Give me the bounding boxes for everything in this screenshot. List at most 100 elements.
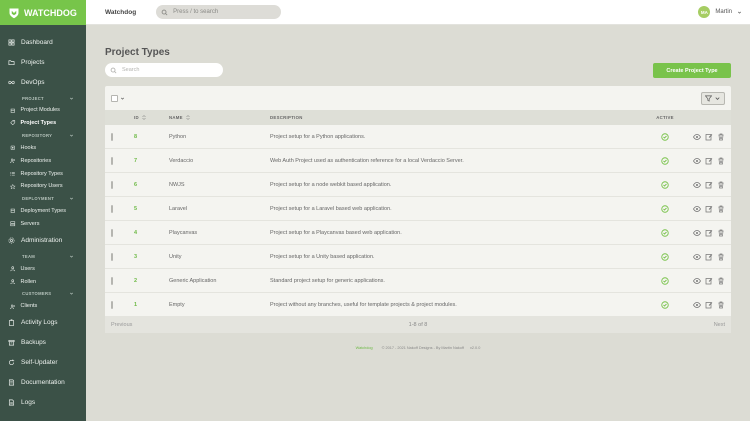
trash-icon[interactable] (717, 229, 725, 237)
sidebar-item-dashboard[interactable]: Dashboard (0, 32, 86, 52)
view-icon[interactable] (693, 205, 701, 213)
global-search-input[interactable]: Press / to search (156, 5, 282, 19)
search-input[interactable]: Search (105, 63, 223, 77)
tag-icon (10, 120, 16, 126)
row-checkbox[interactable] (111, 180, 113, 189)
edit-icon[interactable] (705, 253, 713, 261)
section-deployment[interactable]: DEPLOYMENT (0, 193, 86, 205)
row-checkbox[interactable] (111, 228, 113, 237)
cell-active (641, 133, 689, 141)
sidebar-item-label: Backups (21, 339, 46, 347)
edit-icon[interactable] (705, 277, 713, 285)
filter-button[interactable] (701, 91, 725, 105)
cell-id[interactable]: 8 (134, 134, 169, 140)
sidebar-item-logs[interactable]: Logs (0, 393, 86, 413)
cell-id[interactable]: 5 (134, 206, 169, 212)
next-page-button[interactable]: Next (714, 322, 725, 328)
row-checkbox[interactable] (111, 300, 113, 309)
edit-icon[interactable] (705, 157, 713, 165)
sidebar-item-hooks[interactable]: Hooks (0, 142, 86, 155)
edit-icon[interactable] (705, 205, 713, 213)
section-label: PROJECT (22, 95, 44, 101)
column-header-id[interactable]: ID (134, 115, 169, 120)
section-repository[interactable]: REPOSITORY (0, 130, 86, 142)
view-icon[interactable] (693, 229, 701, 237)
trash-icon[interactable] (717, 181, 725, 189)
table-row[interactable]: 4 Playcanvas Project setup for a Playcan… (105, 221, 731, 245)
trash-icon[interactable] (717, 205, 725, 213)
footer-link[interactable]: Watchdog (356, 346, 373, 350)
sidebar-item-project-types[interactable]: Project Types (0, 117, 86, 130)
cell-active (641, 229, 689, 237)
sidebar-item-repository-users[interactable]: Repository Users (0, 180, 86, 193)
sidebar-item-repositories[interactable]: Repositories (0, 154, 86, 167)
section-customers[interactable]: CUSTOMERS (0, 288, 86, 300)
section-team[interactable]: TEAM (0, 250, 86, 262)
sidebar-item-servers[interactable]: Servers (0, 218, 86, 231)
table-row[interactable]: 5 Laravel Project setup for a Laravel ba… (105, 197, 731, 221)
cell-id[interactable]: 2 (134, 278, 169, 284)
trash-icon[interactable] (717, 253, 725, 261)
cell-actions (689, 301, 731, 309)
brand[interactable]: WATCHDOG (0, 0, 86, 25)
sidebar-item-rollen[interactable]: Rollen (0, 275, 86, 288)
view-icon[interactable] (693, 157, 701, 165)
column-header-name[interactable]: NAME (169, 115, 270, 120)
edit-icon[interactable] (705, 181, 713, 189)
chevron-down-icon (69, 96, 74, 101)
row-checkbox[interactable] (111, 276, 113, 285)
view-icon[interactable] (693, 133, 701, 141)
row-checkbox[interactable] (111, 204, 113, 213)
section-project[interactable]: PROJECT (0, 92, 86, 104)
sidebar-item-backups[interactable]: Backups (0, 333, 86, 353)
view-icon[interactable] (693, 277, 701, 285)
sidebar-item-administration[interactable]: Administration (0, 230, 86, 250)
user-menu[interactable]: MA Martin (698, 6, 742, 18)
table-row[interactable]: 3 Unity Project setup for a Unity based … (105, 245, 731, 269)
trash-icon[interactable] (717, 301, 725, 309)
sidebar-item-documentation[interactable]: Documentation (0, 373, 86, 393)
sidebar-item-devops[interactable]: DevOps (0, 72, 86, 92)
sidebar-item-label: Hooks (20, 144, 37, 151)
table-row[interactable]: 6 NWJS Project setup for a node webkit b… (105, 173, 731, 197)
edit-icon[interactable] (705, 301, 713, 309)
trash-icon[interactable] (717, 277, 725, 285)
select-all-dropdown[interactable] (111, 94, 125, 102)
sidebar-item-repository-types[interactable]: Repository Types (0, 167, 86, 180)
trash-icon[interactable] (717, 157, 725, 165)
create-project-type-button[interactable]: Create Project Type (653, 63, 731, 78)
view-icon[interactable] (693, 181, 701, 189)
app-title[interactable]: Watchdog (105, 9, 136, 16)
check-circle-icon (661, 253, 669, 261)
cell-id[interactable]: 7 (134, 158, 169, 164)
table-row[interactable]: 8 Python Project setup for a Python appl… (105, 125, 731, 149)
sidebar-item-project-modules[interactable]: Project Modules (0, 104, 86, 117)
view-icon[interactable] (693, 301, 701, 309)
select-all-checkbox[interactable] (111, 94, 118, 102)
edit-icon[interactable] (705, 133, 713, 141)
table-row[interactable]: 2 Generic Application Standard project s… (105, 269, 731, 293)
sidebar-item-users[interactable]: Users (0, 262, 86, 275)
cell-description: Project setup for a Unity based applicat… (270, 253, 375, 260)
previous-page-button[interactable]: Previous (111, 322, 132, 328)
sidebar-item-self-updater[interactable]: Self-Updater (0, 353, 86, 373)
row-checkbox[interactable] (111, 252, 113, 261)
chevron-down-icon (69, 196, 74, 201)
sidebar-item-projects[interactable]: Projects (0, 52, 86, 72)
trash-icon[interactable] (717, 133, 725, 141)
cell-id[interactable]: 3 (134, 254, 169, 260)
cell-id[interactable]: 6 (134, 182, 169, 188)
table-row[interactable]: 1 Empty Project without any branches, us… (105, 293, 731, 317)
sidebar-item-deployment-types[interactable]: Deployment Types (0, 205, 86, 218)
row-checkbox[interactable] (111, 132, 113, 141)
row-checkbox-cell (105, 252, 134, 261)
view-icon[interactable] (693, 253, 701, 261)
sidebar-item-clients[interactable]: Clients (0, 300, 86, 313)
cell-id[interactable]: 1 (134, 302, 169, 308)
user-icon (10, 266, 16, 272)
table-row[interactable]: 7 Verdaccio Web Auth Project used as aut… (105, 149, 731, 173)
row-checkbox[interactable] (111, 156, 113, 165)
cell-id[interactable]: 4 (134, 230, 169, 236)
edit-icon[interactable] (705, 229, 713, 237)
sidebar-item-activity-logs[interactable]: Activity Logs (0, 313, 86, 333)
